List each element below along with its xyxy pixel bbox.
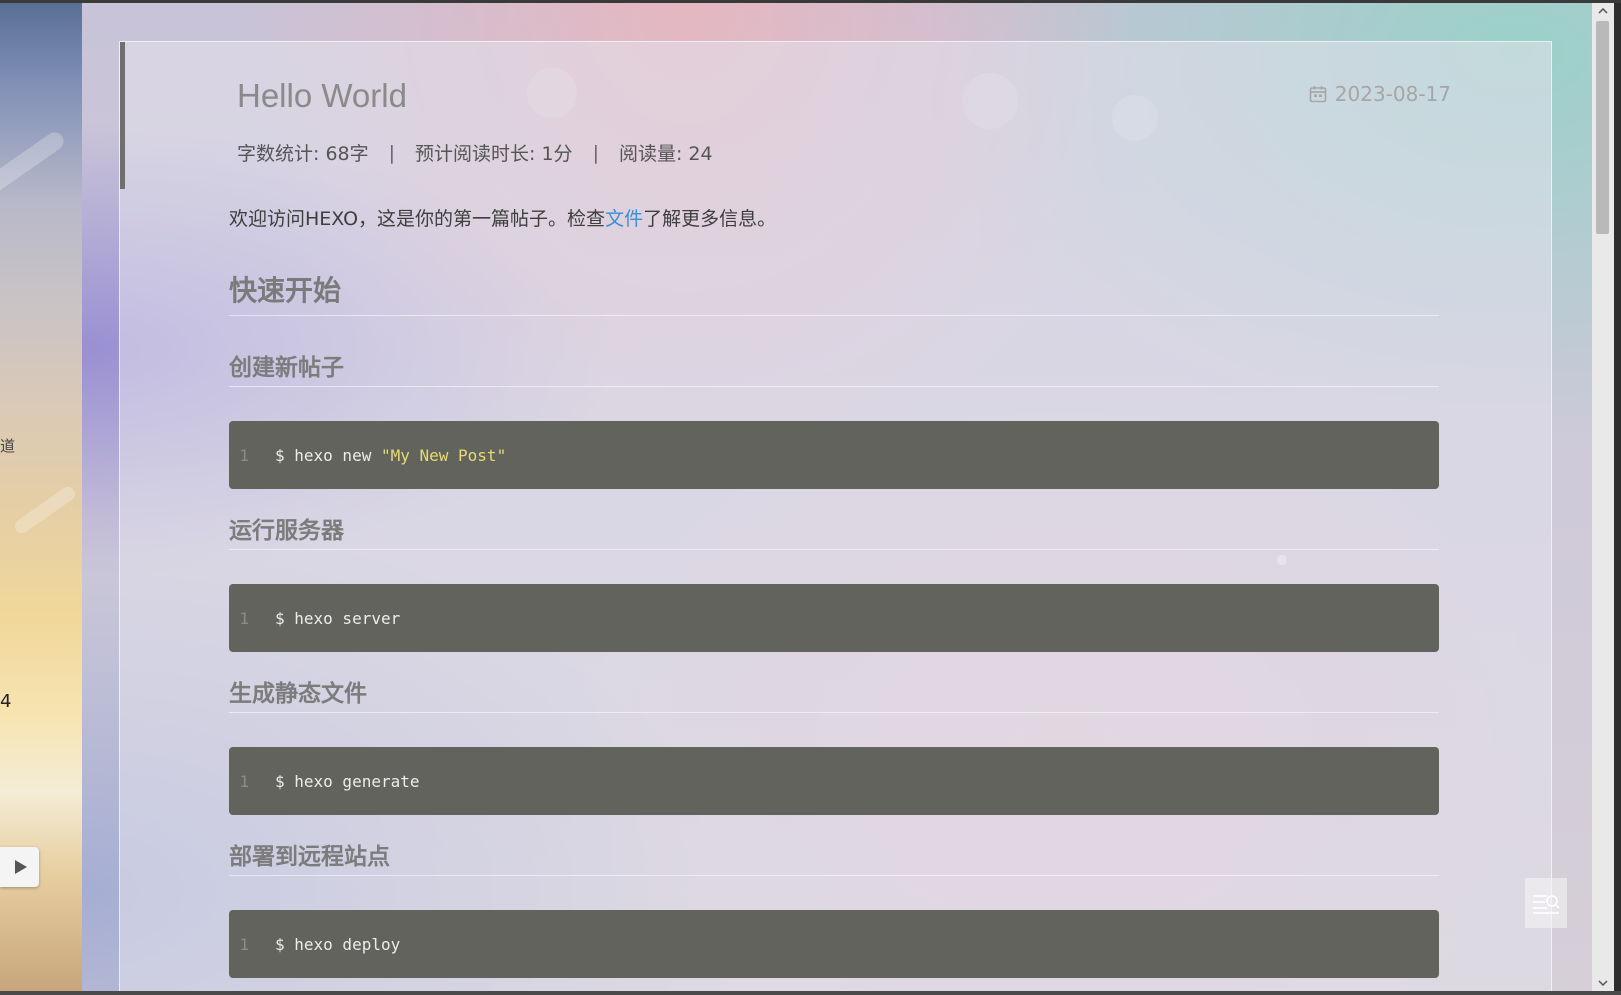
post-meta: 字数统计: 68字 | 预计阅读时长: 1分 | 阅读量: 24 — [237, 139, 713, 166]
docs-link[interactable]: 文件 — [605, 208, 643, 230]
meta-separator: | — [388, 141, 396, 164]
section-deploy: 部署到远程站点 1 $ hexo deploy — [229, 837, 1439, 978]
code-line: $ hexo new "My New Post" — [275, 446, 506, 465]
chevron-up-icon — [1598, 8, 1608, 14]
scroll-down-button[interactable] — [1592, 975, 1614, 991]
code-command: $ hexo server — [275, 608, 401, 628]
section-generate: 生成静态文件 1 $ hexo generate — [229, 674, 1439, 815]
section-heading: 创建新帖子 — [229, 348, 1439, 387]
window-right-edge — [1614, 3, 1621, 991]
section-heading: 生成静态文件 — [229, 674, 1439, 713]
view-count: 阅读量: 24 — [618, 143, 713, 165]
browser-viewport: 道 4 Hello World 2023-08-17 字数统计: 68字 | 预… — [0, 0, 1621, 995]
scroll-thumb[interactable] — [1596, 21, 1609, 234]
post-date: 2023-08-17 — [1309, 82, 1451, 106]
background-strip: 道 4 — [0, 3, 82, 991]
section-run-server: 运行服务器 1 $ hexo server — [229, 511, 1439, 652]
line-number: 1 — [239, 934, 249, 954]
toc-button[interactable] — [1525, 878, 1567, 928]
intro-text: 了解更多信息。 — [643, 208, 777, 230]
code-command: $ hexo generate — [275, 771, 420, 791]
intro-paragraph: 欢迎访问HEXO，这是你的第一篇帖子。检查文件了解更多信息。 — [229, 204, 1439, 244]
vertical-scrollbar[interactable] — [1592, 3, 1614, 991]
code-command: $ hexo new — [275, 445, 381, 465]
code-command: $ hexo deploy — [275, 934, 401, 954]
background-streak — [0, 128, 68, 196]
chevron-down-icon — [1598, 980, 1608, 986]
music-play-button[interactable] — [0, 847, 39, 887]
intro-text: 欢迎访问HEXO，这是你的第一篇帖子。检查 — [229, 208, 606, 230]
code-block: 1 $ hexo deploy — [229, 910, 1439, 978]
section-create-post: 创建新帖子 1 $ hexo new "My New Post" — [229, 348, 1439, 489]
code-block: 1 $ hexo generate — [229, 747, 1439, 815]
sidebar-fragment-text: 道 — [0, 437, 16, 455]
post-title: Hello World — [237, 77, 407, 114]
play-icon — [14, 860, 27, 874]
line-number: 1 — [239, 771, 249, 791]
card-accent-bar — [120, 42, 125, 189]
sidebar-fragment-number: 4 — [0, 691, 12, 712]
code-block: 1 $ hexo server — [229, 584, 1439, 652]
section-heading: 部署到远程站点 — [229, 837, 1439, 876]
background-streak — [12, 484, 78, 536]
line-number: 1 — [239, 445, 249, 465]
meta-separator: | — [592, 141, 599, 164]
heading-quick-start: 快速开始 — [229, 269, 1439, 316]
code-block: 1 $ hexo new "My New Post" — [229, 421, 1439, 489]
code-string: "My New Post" — [380, 445, 507, 465]
line-number: 1 — [239, 608, 249, 628]
post-content: 欢迎访问HEXO，这是你的第一篇帖子。检查文件了解更多信息。 快速开始 创建新帖… — [229, 192, 1439, 978]
word-count: 字数统计: 68字 — [237, 143, 369, 165]
post-card: Hello World 2023-08-17 字数统计: 68字 | 预计阅读时… — [119, 41, 1552, 995]
toc-search-icon — [1533, 895, 1560, 914]
scroll-up-button[interactable] — [1592, 3, 1614, 19]
read-time: 预计阅读时长: 1分 — [415, 143, 573, 165]
window-bottom-edge — [0, 991, 1621, 995]
calendar-icon — [1309, 86, 1327, 103]
section-heading: 运行服务器 — [229, 511, 1439, 550]
post-date-text: 2023-08-17 — [1334, 82, 1451, 106]
